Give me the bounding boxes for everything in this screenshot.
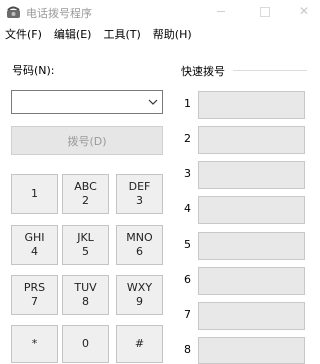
chevron-down-icon[interactable]	[147, 95, 159, 109]
key-digit: 8	[82, 295, 89, 308]
minimize-button[interactable]	[214, 4, 228, 18]
key-7[interactable]: PRS 7	[11, 275, 58, 315]
maximize-button[interactable]	[257, 4, 271, 18]
speed-dial-number-2: 2	[184, 132, 191, 145]
menu-tools[interactable]: 工具(T)	[103, 26, 140, 42]
key-letters: MNO	[126, 231, 153, 244]
key-digit: 9	[136, 295, 143, 308]
speed-dial-number-8: 8	[184, 343, 191, 356]
key-letters: PRS	[23, 281, 46, 294]
close-button[interactable]: ✕	[297, 4, 311, 18]
key-1[interactable]: 1	[11, 174, 58, 214]
key-2[interactable]: ABC 2	[62, 174, 109, 214]
dial-button[interactable]: 拨号(D)	[11, 126, 163, 155]
key-hash[interactable]: #	[116, 325, 163, 363]
window-title: 电话拨号程序	[26, 7, 92, 20]
speed-dial-label: 快速拨号	[181, 65, 225, 78]
phone-number-combobox[interactable]	[11, 90, 163, 114]
speed-dial-button-1[interactable]	[198, 91, 305, 119]
menu-file[interactable]: 文件(F)	[5, 26, 42, 42]
key-digit: 2	[82, 194, 89, 207]
key-0[interactable]: 0	[62, 325, 109, 363]
key-6[interactable]: MNO 6	[116, 225, 163, 265]
key-letters: TUV	[74, 281, 97, 294]
key-3[interactable]: DEF 3	[116, 174, 163, 214]
key-letters: DEF	[128, 180, 151, 193]
menu-edit[interactable]: 编辑(E)	[54, 26, 92, 42]
phone-number-label: 号码(N):	[12, 64, 55, 77]
speed-dial-button-2[interactable]	[198, 126, 305, 154]
key-digit: 6	[136, 245, 143, 258]
speed-dial-number-6: 6	[184, 273, 191, 286]
key-letters: WXY	[126, 281, 153, 294]
speed-dial-number-7: 7	[184, 308, 191, 321]
phone-app-icon	[7, 6, 20, 18]
key-digit: 5	[82, 245, 89, 258]
speed-dial-number-4: 4	[184, 202, 191, 215]
menu-bar: 文件(F) 编辑(E) 工具(T) 帮助(H)	[0, 24, 312, 44]
speed-dial-button-4[interactable]	[198, 196, 305, 224]
key-5[interactable]: JKL 5	[62, 225, 109, 265]
key-letters: ABC	[74, 180, 97, 193]
speed-dial-number-1: 1	[184, 97, 191, 110]
speed-dial-number-3: 3	[184, 167, 191, 180]
speed-dial-button-3[interactable]	[198, 161, 305, 189]
speed-dial-button-7[interactable]	[198, 302, 305, 330]
key-9[interactable]: WXY 9	[116, 275, 163, 315]
speed-dial-button-5[interactable]	[198, 232, 305, 260]
title-bar: 电话拨号程序 ✕	[0, 0, 312, 24]
key-letters: GHI	[24, 231, 45, 244]
key-digit: 4	[31, 245, 38, 258]
key-digit: 7	[31, 295, 38, 308]
key-8[interactable]: TUV 8	[62, 275, 109, 315]
key-digit: #	[134, 337, 145, 350]
key-digit: 3	[136, 194, 143, 207]
key-digit: 0	[82, 337, 89, 350]
key-digit: 1	[31, 187, 38, 200]
speed-dial-divider	[233, 70, 307, 71]
speed-dial-button-8[interactable]	[198, 337, 305, 364]
key-4[interactable]: GHI 4	[11, 225, 58, 265]
speed-dial-button-6[interactable]	[198, 267, 305, 295]
speed-dial-number-5: 5	[184, 238, 191, 251]
key-letters: JKL	[77, 231, 94, 244]
menu-help[interactable]: 帮助(H)	[153, 26, 192, 42]
key-star[interactable]: *	[11, 325, 58, 363]
key-digit: *	[31, 337, 38, 350]
